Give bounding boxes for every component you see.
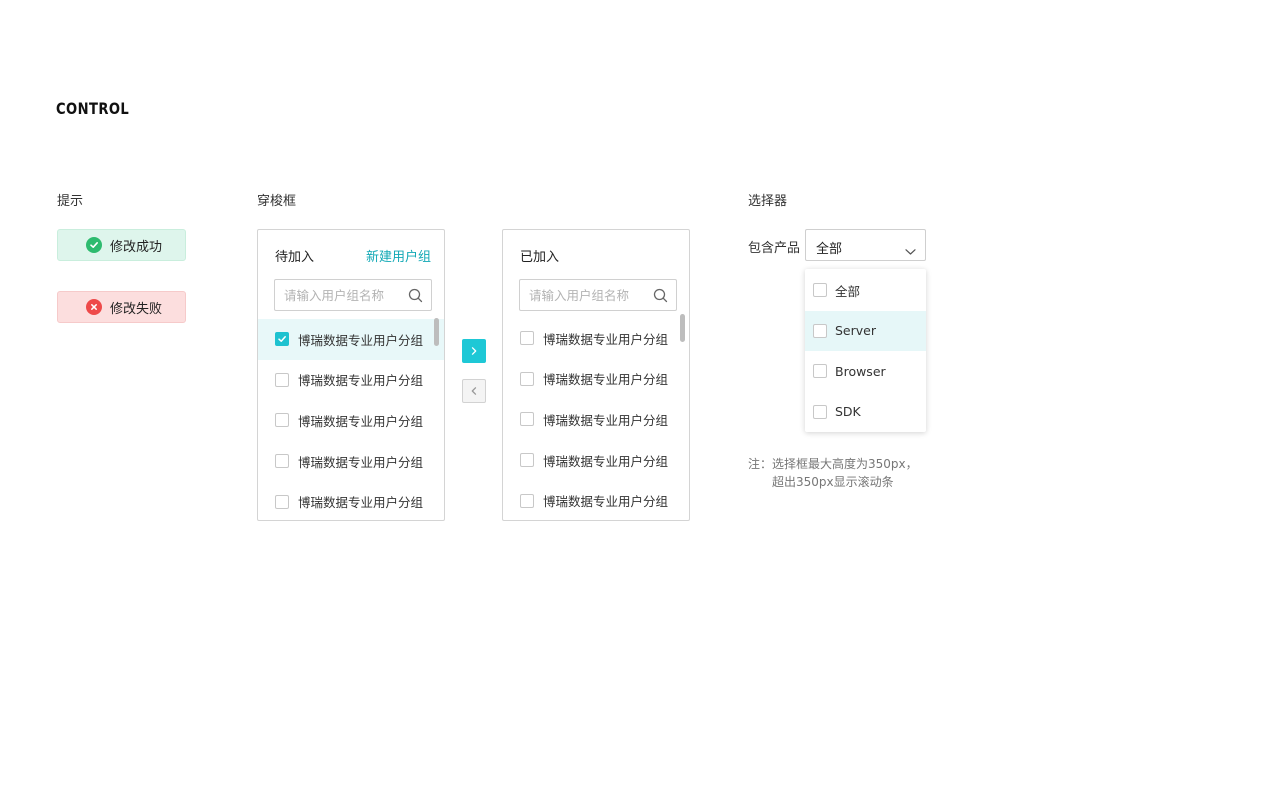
dropdown-option[interactable]: 全部 (805, 270, 926, 311)
checkbox[interactable] (275, 372, 289, 387)
target-search-input[interactable] (520, 280, 650, 310)
source-panel-title: 待加入 (275, 250, 315, 265)
checkbox[interactable] (520, 371, 534, 386)
source-search-box (274, 279, 432, 311)
search-icon[interactable] (653, 288, 668, 307)
list-item[interactable]: 博瑞数据专业用户分组 (258, 360, 444, 401)
success-toast-text: 修改成功 (110, 239, 163, 255)
checkbox[interactable] (520, 331, 534, 346)
dropdown-option-label: Server (835, 323, 876, 339)
selector-note: 注：选择框最大高度为350px， 超出350px显示滚动条 (748, 455, 918, 491)
dropdown-option[interactable]: Browser (805, 351, 926, 392)
chevron-down-icon (905, 241, 916, 260)
selector-section-label: 选择器 (748, 194, 788, 209)
target-panel-title: 已加入 (520, 250, 560, 265)
selector-note-line1: 注：选择框最大高度为350px， (748, 457, 918, 471)
target-scrollbar[interactable] (680, 314, 685, 342)
checkbox[interactable] (813, 404, 827, 419)
search-icon[interactable] (408, 288, 423, 307)
checkbox[interactable] (520, 493, 534, 508)
transfer-source-panel: 待加入 新建用户组 博瑞数据专业用户分组 博瑞数据专业用户分组 博瑞数据专业用户… (257, 229, 445, 521)
list-item[interactable]: 博瑞数据专业用户分组 (503, 440, 689, 481)
list-item-label: 博瑞数据专业用户分组 (298, 373, 424, 389)
source-scrollbar[interactable] (434, 318, 439, 346)
error-toast-text: 修改失败 (110, 301, 163, 317)
dropdown-option-label: SDK (835, 404, 861, 420)
dropdown-option[interactable]: SDK (805, 392, 926, 433)
new-user-group-link[interactable]: 新建用户组 (366, 246, 431, 265)
chevron-left-icon (471, 387, 477, 395)
chevron-right-icon (471, 347, 477, 355)
dropdown-option[interactable]: Server (805, 310, 926, 351)
error-toast: 修改失败 (57, 291, 186, 323)
transfer-section-label: 穿梭框 (257, 194, 297, 209)
check-circle-icon (86, 237, 102, 253)
transfer-target-panel: 已加入 博瑞数据专业用户分组 博瑞数据专业用户分组 博瑞数据专业用户分组 博瑞数… (502, 229, 690, 521)
checkbox[interactable] (813, 283, 827, 298)
list-item-label: 博瑞数据专业用户分组 (543, 453, 669, 469)
list-item-label: 博瑞数据专业用户分组 (298, 332, 424, 348)
product-select-value: 全部 (816, 242, 843, 257)
list-item-label: 博瑞数据专业用户分组 (298, 413, 424, 429)
list-item[interactable]: 博瑞数据专业用户分组 (503, 399, 689, 440)
list-item[interactable]: 博瑞数据专业用户分组 (258, 319, 444, 360)
move-right-button[interactable] (462, 339, 486, 363)
success-toast: 修改成功 (57, 229, 186, 261)
close-circle-icon (86, 299, 102, 315)
target-search-box (519, 279, 677, 311)
checkbox-checked[interactable] (275, 332, 289, 347)
list-item-label: 博瑞数据专业用户分组 (543, 494, 669, 510)
list-item-label: 博瑞数据专业用户分组 (543, 331, 669, 347)
list-item[interactable]: 博瑞数据专业用户分组 (503, 318, 689, 359)
dropdown-option-label: Browser (835, 363, 886, 379)
list-item-label: 博瑞数据专业用户分组 (298, 495, 424, 511)
checkbox[interactable] (813, 364, 827, 379)
product-dropdown-menu: 全部 Server Browser SDK (805, 269, 926, 432)
source-search-input[interactable] (275, 280, 405, 310)
checkbox[interactable] (520, 412, 534, 427)
move-left-button[interactable] (462, 379, 486, 403)
checkbox[interactable] (520, 453, 534, 468)
list-item[interactable]: 博瑞数据专业用户分组 (503, 359, 689, 400)
selector-note-line2: 超出350px显示滚动条 (772, 475, 894, 489)
list-item[interactable]: 博瑞数据专业用户分组 (258, 481, 444, 520)
list-item[interactable]: 博瑞数据专业用户分组 (258, 441, 444, 482)
list-item[interactable]: 博瑞数据专业用户分组 (258, 400, 444, 441)
checkbox[interactable] (813, 323, 827, 338)
tips-section-label: 提示 (57, 194, 84, 209)
page-heading: CONTROL (56, 99, 130, 118)
checkbox[interactable] (275, 494, 289, 509)
product-select[interactable]: 全部 (805, 229, 926, 261)
target-list: 博瑞数据专业用户分组 博瑞数据专业用户分组 博瑞数据专业用户分组 博瑞数据专业用… (503, 318, 689, 520)
list-item-label: 博瑞数据专业用户分组 (298, 454, 424, 470)
checkbox[interactable] (275, 454, 289, 469)
source-list: 博瑞数据专业用户分组 博瑞数据专业用户分组 博瑞数据专业用户分组 博瑞数据专业用… (258, 319, 444, 520)
product-select-label: 包含产品 (748, 241, 801, 256)
checkbox[interactable] (275, 413, 289, 428)
dropdown-option-label: 全部 (835, 283, 861, 299)
list-item-label: 博瑞数据专业用户分组 (543, 372, 669, 388)
list-item[interactable]: 博瑞数据专业用户分组 (503, 480, 689, 520)
list-item-label: 博瑞数据专业用户分组 (543, 412, 669, 428)
